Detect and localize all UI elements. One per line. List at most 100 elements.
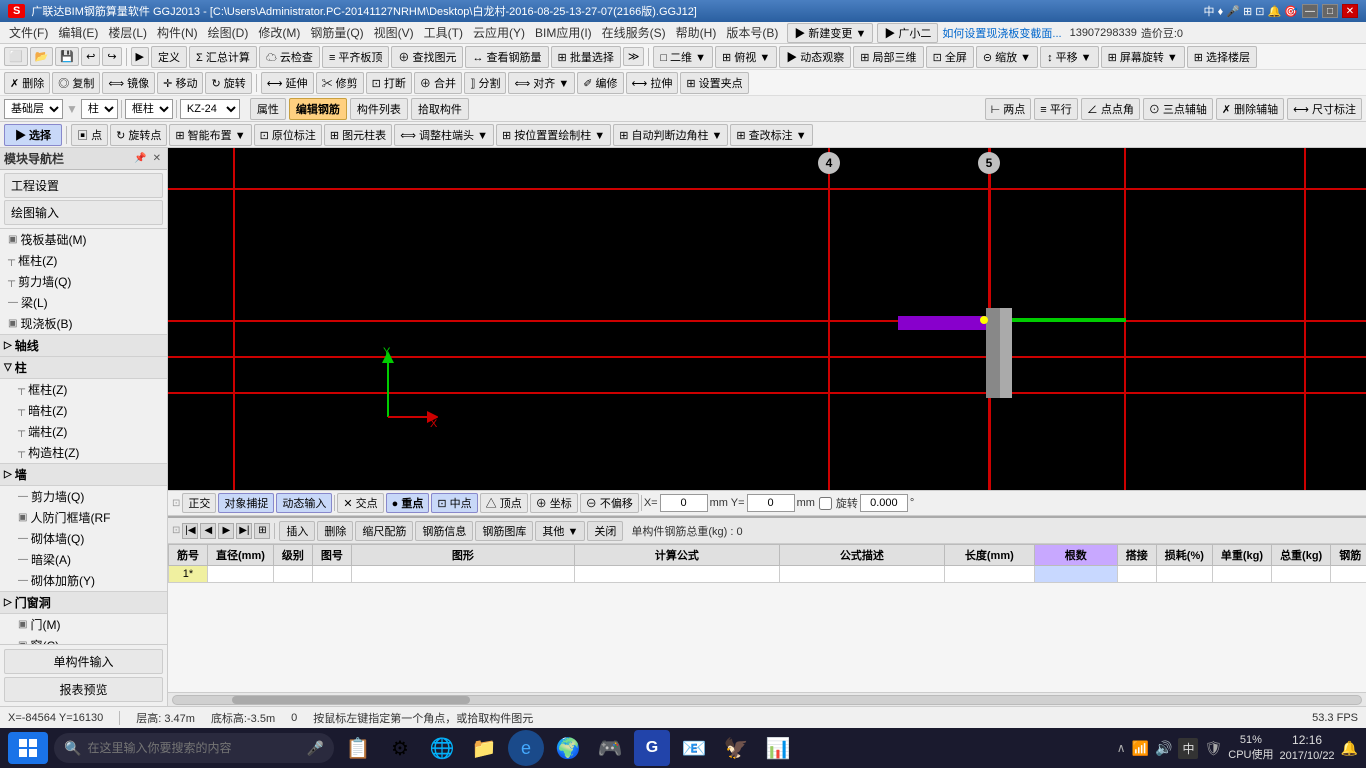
- sidebar-item-masonry[interactable]: —砌体墙(Q): [0, 528, 167, 549]
- sidebar-item-frame-col2[interactable]: ┬框柱(Z): [0, 379, 167, 400]
- smart-layout-btn[interactable]: ⊞ 智能布置 ▼: [169, 124, 251, 146]
- sidebar-group-door-win[interactable]: ▷门窗洞: [0, 591, 167, 614]
- taskbar-icon-folder[interactable]: 📁: [466, 730, 502, 766]
- menu-rebar[interactable]: 钢筋量(Q): [305, 22, 368, 43]
- three-pt-btn[interactable]: ⊙ 三点辅轴: [1143, 98, 1213, 120]
- new-change-btn[interactable]: ▶ 新建变更 ▼: [787, 23, 873, 43]
- save-btn[interactable]: 💾: [55, 47, 79, 66]
- move-btn[interactable]: ✛ 移动: [157, 72, 203, 94]
- pick-component-btn[interactable]: 拾取构件: [411, 98, 469, 120]
- taskbar-icon-ie[interactable]: e: [508, 730, 544, 766]
- h-scrollbar[interactable]: [168, 692, 1366, 706]
- zoom-btn[interactable]: ⊝ 缩放 ▼: [976, 46, 1038, 68]
- antivirus-icon[interactable]: 🛡: [1204, 740, 1222, 757]
- menu-component[interactable]: 构件(N): [152, 22, 203, 43]
- row-totalw-1[interactable]: [1272, 566, 1331, 583]
- draw-col-pos-btn[interactable]: ⊞ 按位置置绘制柱 ▼: [496, 124, 611, 146]
- scale-rebar-btn[interactable]: 缩尺配筋: [355, 521, 413, 541]
- copy-btn[interactable]: ◎ 复制: [52, 72, 100, 94]
- row-grade-1[interactable]: [312, 566, 351, 583]
- batch-select-btn[interactable]: ⊞ 批量选择: [551, 46, 621, 68]
- extend-btn[interactable]: ⟷ 延伸: [261, 72, 314, 94]
- mirror-btn[interactable]: ⟺ 镜像: [102, 72, 155, 94]
- view-top-btn[interactable]: ⊞ 俯视 ▼: [715, 46, 777, 68]
- sidebar-item-dark-col[interactable]: ┬暗柱(Z): [0, 400, 167, 421]
- del-row-btn[interactable]: 删除: [317, 521, 353, 541]
- close-btn[interactable]: ✕: [1342, 4, 1358, 18]
- menu-bim[interactable]: BIM应用(I): [530, 22, 597, 43]
- rotate-btn[interactable]: ↻ 旋转: [205, 72, 251, 94]
- sidebar-item-raft[interactable]: ▣筏板基础(M): [0, 229, 167, 250]
- other-btn[interactable]: 其他 ▼: [535, 521, 585, 541]
- break-btn[interactable]: ⊡ 打断: [366, 72, 412, 94]
- calc-btn[interactable]: Σ 汇总计算: [189, 46, 257, 68]
- play-btn[interactable]: ▶: [131, 47, 149, 66]
- new-file-btn[interactable]: ⬜: [4, 47, 28, 66]
- menu-tools[interactable]: 工具(T): [419, 22, 468, 43]
- midpoint-btn[interactable]: ● 重点: [386, 493, 430, 513]
- taskbar-icon-extra1[interactable]: 🦅: [718, 730, 754, 766]
- sidebar-item-masonry-rebar[interactable]: —砌体加筋(Y): [0, 570, 167, 591]
- vertex-btn[interactable]: △ 顶点: [480, 493, 528, 513]
- sidebar-item-dark-beam[interactable]: —暗梁(A): [0, 549, 167, 570]
- sidebar-pin-btn[interactable]: 📌: [132, 153, 148, 164]
- menu-floor[interactable]: 楼层(L): [103, 22, 152, 43]
- search-input[interactable]: [87, 741, 300, 755]
- ortho-btn[interactable]: 正交: [182, 493, 216, 513]
- sidebar-group-wall[interactable]: ▷墙: [0, 463, 167, 486]
- rebar-info-btn[interactable]: 钢筋信息: [415, 521, 473, 541]
- minimize-btn[interactable]: —: [1302, 4, 1318, 18]
- nav-add-btn[interactable]: ⊞: [254, 523, 270, 539]
- taskbar-icon-task[interactable]: 📋: [340, 730, 376, 766]
- element-select[interactable]: KZ-24: [180, 99, 240, 119]
- close-rebar-btn[interactable]: 关闭: [587, 521, 623, 541]
- properties-btn[interactable]: 属性: [250, 98, 286, 120]
- menu-draw[interactable]: 绘图(D): [203, 22, 254, 43]
- y-input[interactable]: [747, 494, 795, 512]
- open-btn[interactable]: 📂: [30, 47, 54, 66]
- scroll-thumb[interactable]: [232, 696, 470, 704]
- dyn-input-btn[interactable]: 动态输入: [276, 493, 332, 513]
- del-aux-btn[interactable]: ✗ 删除辅轴: [1216, 98, 1284, 120]
- menu-edit[interactable]: 编辑(E): [53, 22, 103, 43]
- nav-prev-btn[interactable]: ◀: [200, 523, 216, 539]
- notification-icon[interactable]: 🔔: [1341, 740, 1358, 757]
- undo-btn[interactable]: ↩: [81, 47, 100, 66]
- row-loss-1[interactable]: [1156, 566, 1212, 583]
- menu-cloud[interactable]: 云应用(Y): [468, 22, 530, 43]
- dynamic-view-btn[interactable]: ▶ 动态观察: [779, 46, 851, 68]
- split-btn[interactable]: ⟧ 分割: [464, 72, 507, 94]
- sidebar-item-frame-col[interactable]: ┬框柱(Z): [0, 250, 167, 271]
- insert-row-btn[interactable]: 插入: [279, 521, 315, 541]
- select-floor-btn[interactable]: ⊞ 选择楼层: [1187, 46, 1257, 68]
- clock[interactable]: 12:16 2017/10/22: [1280, 732, 1335, 764]
- single-component-btn[interactable]: 单构件输入: [4, 649, 163, 674]
- ime-label[interactable]: 中: [1178, 738, 1198, 759]
- search-bar[interactable]: 🔍 🎤: [54, 733, 334, 763]
- center-btn[interactable]: ⊡ 中点: [431, 493, 477, 513]
- sidebar-item-window[interactable]: ▣窗(C): [0, 635, 167, 644]
- trim-btn[interactable]: ✂ 修剪: [316, 72, 364, 94]
- no-offset-btn[interactable]: ⊖ 不偏移: [580, 493, 639, 513]
- menu-file[interactable]: 文件(F): [4, 22, 53, 43]
- start-button[interactable]: [8, 732, 48, 764]
- taskbar-icon-browser[interactable]: 🌐: [424, 730, 460, 766]
- report-preview-btn[interactable]: 报表预览: [4, 677, 163, 702]
- menu-help[interactable]: 帮助(H): [671, 22, 722, 43]
- sidebar-group-axis[interactable]: ▷轴线: [0, 334, 167, 357]
- coord-btn[interactable]: ⊕ 坐标: [530, 493, 578, 513]
- more-btn[interactable]: ≫: [623, 47, 645, 66]
- taskbar-icon-ggj[interactable]: G: [634, 730, 670, 766]
- row-unitw-1[interactable]: [1212, 566, 1271, 583]
- two-pt-btn[interactable]: ⊢ 两点: [985, 98, 1032, 120]
- nav-first-btn[interactable]: |◀: [182, 523, 198, 539]
- nav-last-btn[interactable]: ▶|: [236, 523, 252, 539]
- rotate-check[interactable]: [819, 497, 832, 510]
- guangxiao-btn[interactable]: ▶ 广小二: [877, 23, 938, 43]
- layer-sub-select[interactable]: 柱: [81, 99, 118, 119]
- row-steel-1[interactable]: [1331, 566, 1366, 583]
- view-rebar-btn[interactable]: ↔ 查看钢筋量: [465, 46, 548, 68]
- rotate-input[interactable]: [860, 494, 908, 512]
- view-2d-btn[interactable]: □ 二维 ▼: [653, 46, 713, 68]
- define-btn[interactable]: 定义: [151, 46, 187, 68]
